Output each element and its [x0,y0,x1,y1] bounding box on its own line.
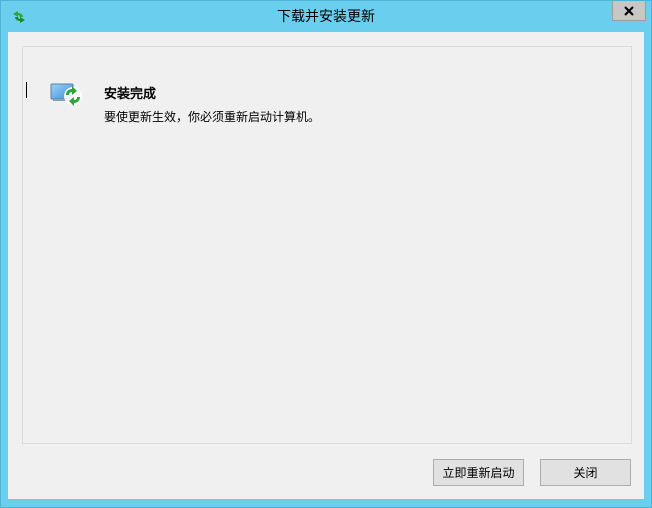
status-message: 要使更新生效，你必须重新启动计算机。 [104,110,321,124]
content-panel: 安装完成 要使更新生效，你必须重新启动计算机。 [22,46,632,444]
restart-now-button[interactable]: 立即重新启动 [433,459,524,486]
update-complete-icon [50,81,84,107]
dialog-client-area: 安装完成 要使更新生效，你必须重新启动计算机。 立即重新启动 关闭 [8,32,644,499]
close-window-button[interactable] [612,1,646,21]
windows-update-icon [10,9,28,25]
close-icon [624,5,634,16]
focus-caret [26,82,27,98]
close-button[interactable]: 关闭 [540,459,631,486]
status-title: 安装完成 [104,87,157,102]
dialog-window: 下载并安装更新 安装完成 要使更新生效，你必须重新启动计算机。 立即重新启动 关… [0,0,652,508]
window-title: 下载并安装更新 [277,9,375,25]
title-bar[interactable]: 下载并安装更新 [1,1,651,32]
